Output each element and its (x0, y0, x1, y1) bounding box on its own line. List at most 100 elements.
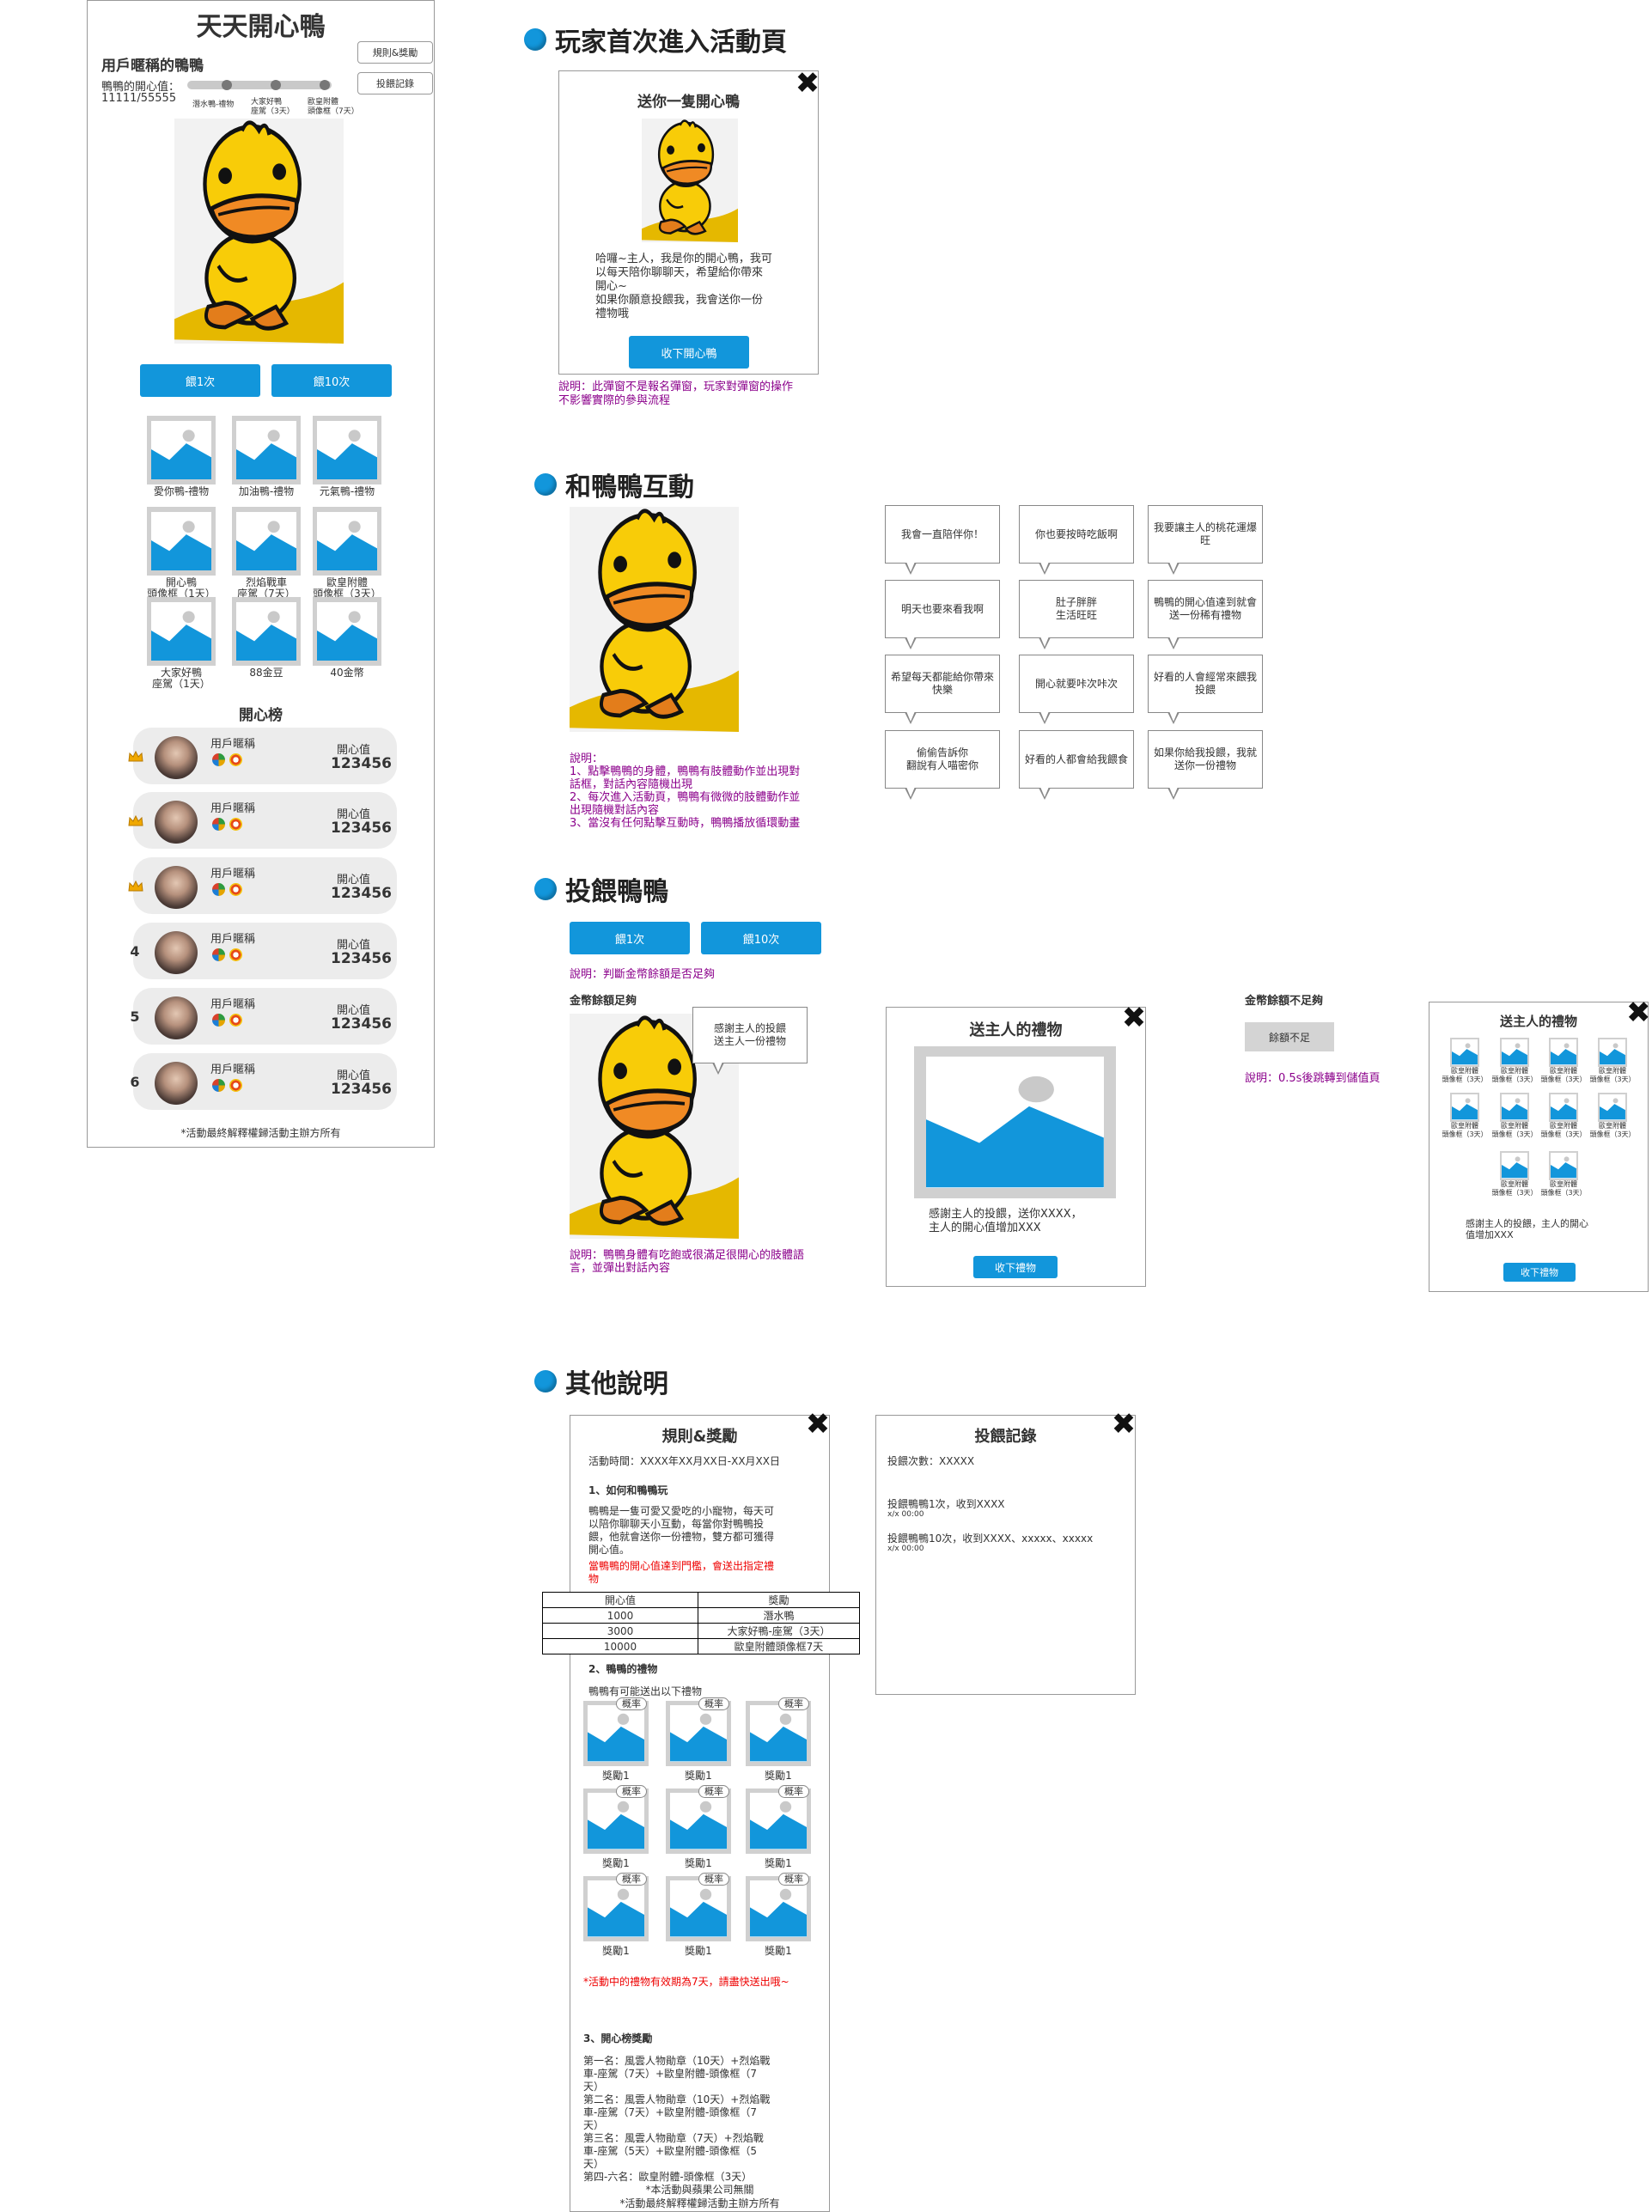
section-title-interact: 和鴨鴨互動 (534, 466, 694, 503)
reward-label: 獎勵1 (602, 1857, 630, 1869)
probability-badge: 概率 (778, 1785, 809, 1798)
dialogue-bubble: 你也要按時吃飯啊 (1019, 505, 1134, 575)
feed-once-button[interactable]: 餵1次 (140, 364, 260, 397)
avatar[interactable] (155, 1062, 198, 1105)
dialogue-bubble: 偷偷告訴你 翻說有人喵密你 (885, 730, 1000, 800)
rank-number: 6 (130, 1074, 140, 1090)
badge-icon (229, 883, 242, 896)
milestone-label: 歐皇附體 頭像框（7天） (308, 98, 359, 116)
leaderboard-row[interactable]: 6 用戶暱稱 開心值 123456 (130, 1053, 397, 1110)
probability-badge: 概率 (778, 1873, 809, 1886)
duck-mascot[interactable] (570, 507, 739, 732)
probability-badge: 概率 (698, 1873, 729, 1886)
dialogue-text: 鴨鴨的開心值達到就會 送一份稀有禮物 (1153, 596, 1257, 621)
probability-badge: 概率 (616, 1873, 647, 1886)
rules-title: 規則&獎勵 (661, 1428, 738, 1446)
leaderboard-row[interactable]: 用戶暱稱 開心值 123456 (128, 728, 397, 784)
dialogue-bubble: 如果你給我投餵，我就 送你一份禮物 (1148, 730, 1263, 800)
dialogue-bubble: 好看的人會經常來餵我 投餵 (1148, 655, 1263, 724)
happy-value: 123456 (331, 885, 392, 902)
leaderboard-row[interactable]: 用戶暱稱 開心值 123456 (128, 857, 397, 914)
main-footer: *活動最終解釋權歸活動主辦方所有 (180, 1127, 341, 1139)
avatar[interactable] (155, 996, 198, 1039)
dialogue-text: 你也要按時吃飯啊 (1034, 527, 1118, 540)
gift-image (1450, 1093, 1479, 1122)
duck-mascot[interactable] (174, 119, 344, 344)
feed-once-button[interactable]: 餵1次 (570, 922, 690, 954)
dialogue-bubble: 希望每天都能給你帶來 快樂 (885, 655, 1000, 724)
reward-label: 獎勵1 (765, 1770, 792, 1782)
accept-duck-button[interactable]: 收下開心鴨 (629, 336, 749, 369)
happy-value: 123456 (331, 755, 392, 772)
gift-image (1549, 1151, 1578, 1180)
badge-icon (212, 948, 225, 961)
dialogue-text: 我要讓主人的桃花運爆 旺 (1153, 521, 1257, 546)
accept-gift-button[interactable]: 收下禮物 (1503, 1263, 1576, 1282)
table-cell: 潛水鴨 (698, 1607, 860, 1624)
table-cell: 1000 (542, 1607, 698, 1624)
avatar[interactable] (155, 736, 198, 779)
badge-icon (229, 1014, 242, 1027)
reward-label: 獎勵1 (685, 1770, 712, 1782)
dialogue-bubble: 開心就要咔次咔次 (1019, 655, 1134, 724)
leaderboard-row[interactable]: 5 用戶暱稱 開心值 123456 (130, 988, 397, 1045)
avatar[interactable] (155, 866, 198, 909)
dialogue-bubble: 我會一直陪伴你！ (885, 505, 1000, 575)
rules-footer-1: *本活動與蘋果公司無關 (645, 2184, 754, 2196)
rules-heading-3: 3、開心榜獎勵 (583, 2032, 653, 2044)
avatar[interactable] (155, 801, 198, 844)
user-nickname: 用戶暱稱 (210, 998, 256, 1011)
gift-image (313, 507, 381, 576)
rules-button[interactable]: 規則&獎勵 (357, 41, 433, 64)
rules-text-2: 鴨鴨有可能送出以下禮物 (588, 1685, 703, 1697)
record-title: 投餵記錄 (974, 1428, 1037, 1446)
crown-icon (128, 815, 143, 826)
rules-validity-note: *活動中的禮物有效期為7天，請盡快送出哦~ (583, 1976, 789, 1988)
badge-icon (212, 1079, 225, 1092)
balance-insufficient-label: 金幣餘額不足夠 (1245, 995, 1324, 1008)
table-row: 1000 潛水鴨 (542, 1607, 860, 1624)
leaderboard-row[interactable]: 用戶暱稱 開心值 123456 (128, 792, 397, 849)
bullet-icon (524, 28, 546, 51)
bullet-icon (534, 878, 557, 900)
badge-icon (229, 753, 242, 766)
badge-icon (212, 1014, 225, 1027)
page-title: 天天開心鴨 (196, 12, 326, 42)
insufficient-button[interactable]: 餘額不足 (1245, 1022, 1334, 1051)
table-header-row: 開心值 獎勵 (542, 1592, 860, 1608)
gift-label: 歐皇附體 頭像框（3天） (1589, 1067, 1636, 1083)
insufficient-note: 說明：0.5s後跳轉到儲值頁 (1245, 1072, 1381, 1085)
feed-ten-button[interactable]: 餵10次 (701, 922, 821, 954)
dialogue-bubble: 好看的人都會給我餵食 (1019, 730, 1134, 800)
gift-image (147, 507, 216, 576)
bullet-icon (534, 1370, 557, 1392)
gift-image (746, 1788, 811, 1854)
gift-label: 歐皇附體 頭像框（3天） (1491, 1180, 1538, 1197)
avatar[interactable] (155, 931, 198, 974)
multi-gift-title: 送主人的禮物 (1499, 1014, 1577, 1029)
gift-label: 歐皇附體 頭像框（3天） (1442, 1067, 1488, 1083)
gift-image (583, 1876, 649, 1941)
gift-image (147, 416, 216, 484)
leaderboard-row[interactable]: 4 用戶暱稱 開心值 123456 (130, 923, 397, 979)
user-nickname: 用戶暱稱 (210, 868, 256, 881)
reward-label: 獎勵1 (602, 1770, 630, 1782)
accept-gift-button[interactable]: 收下禮物 (973, 1256, 1058, 1278)
section-title-other: 其他說明 (534, 1362, 668, 1400)
feed-record-button[interactable]: 投餵記錄 (357, 72, 433, 94)
dialogue-text: 我會一直陪伴你！ (900, 527, 984, 540)
record-time: x/x 00:00 (887, 1510, 924, 1519)
record-count: 投餵次數：XXXXX (887, 1455, 975, 1467)
record-item: 投餵鴨鴨1次，收到XXXX (887, 1498, 1005, 1510)
gift-popup-text: 感謝主人的投餵，送你XXXX， 主人的開心值增加XXX (929, 1208, 1082, 1234)
feed-ten-button[interactable]: 餵10次 (271, 364, 392, 397)
dialogue-text: 肚子胖胖 生活旺旺 (1055, 596, 1097, 621)
welcome-note: 說明：此彈窗不是報名彈窗，玩家對彈窗的操作 不影響實際的參與流程 (558, 381, 794, 407)
gift-image (746, 1701, 811, 1766)
interact-note: 說明： 1、點擊鴨鴨的身體，鴨鴨有肢體動作並出現對 話框，對話內容隨機出現 2、… (570, 753, 801, 830)
gift-image (1450, 1038, 1479, 1067)
gift-image (313, 597, 381, 666)
rules-heading-1: 1、如何和鴨鴨玩 (588, 1484, 668, 1496)
user-duck-title: 用戶暱稱的鴨鴨 (101, 58, 204, 75)
section-title-feed: 投餵鴨鴨 (534, 870, 668, 908)
